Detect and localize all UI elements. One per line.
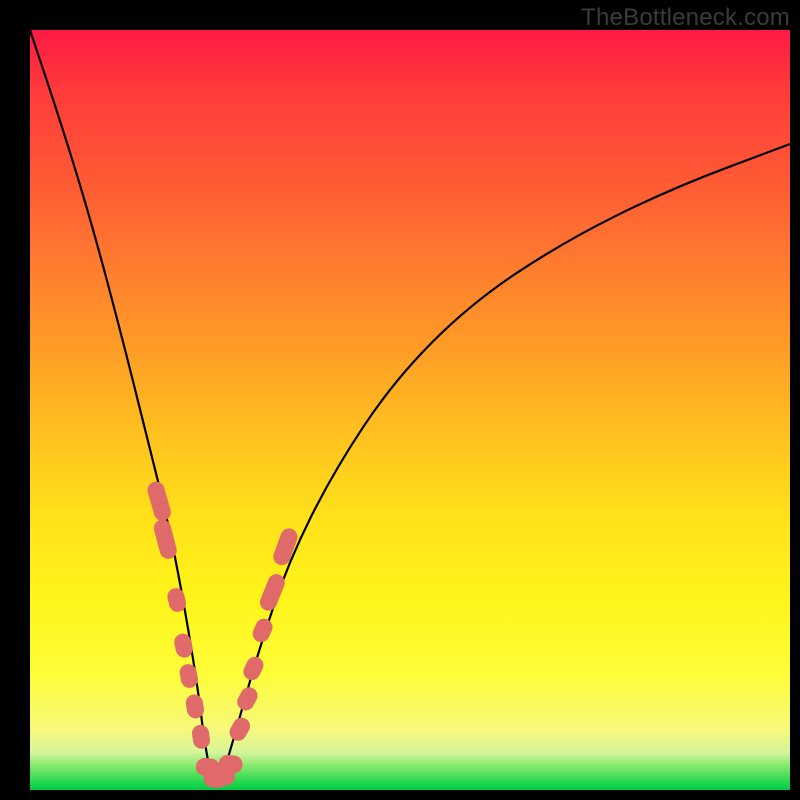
curve-marker xyxy=(146,480,173,523)
curve-marker xyxy=(257,572,287,614)
curve-layer xyxy=(30,30,790,790)
curve-marker xyxy=(226,715,253,744)
curve-marker xyxy=(234,684,260,713)
plot-area xyxy=(30,30,790,790)
chart-frame: TheBottleneck.com xyxy=(0,0,800,800)
curve-markers xyxy=(146,480,300,789)
curve-marker xyxy=(240,654,266,683)
watermark-text: TheBottleneck.com xyxy=(581,4,790,32)
curve-marker xyxy=(250,616,275,645)
curve-marker xyxy=(271,526,300,568)
curve-marker xyxy=(191,724,211,750)
curve-marker xyxy=(173,632,195,659)
curve-marker xyxy=(152,518,179,561)
bottleneck-curve xyxy=(30,30,790,782)
